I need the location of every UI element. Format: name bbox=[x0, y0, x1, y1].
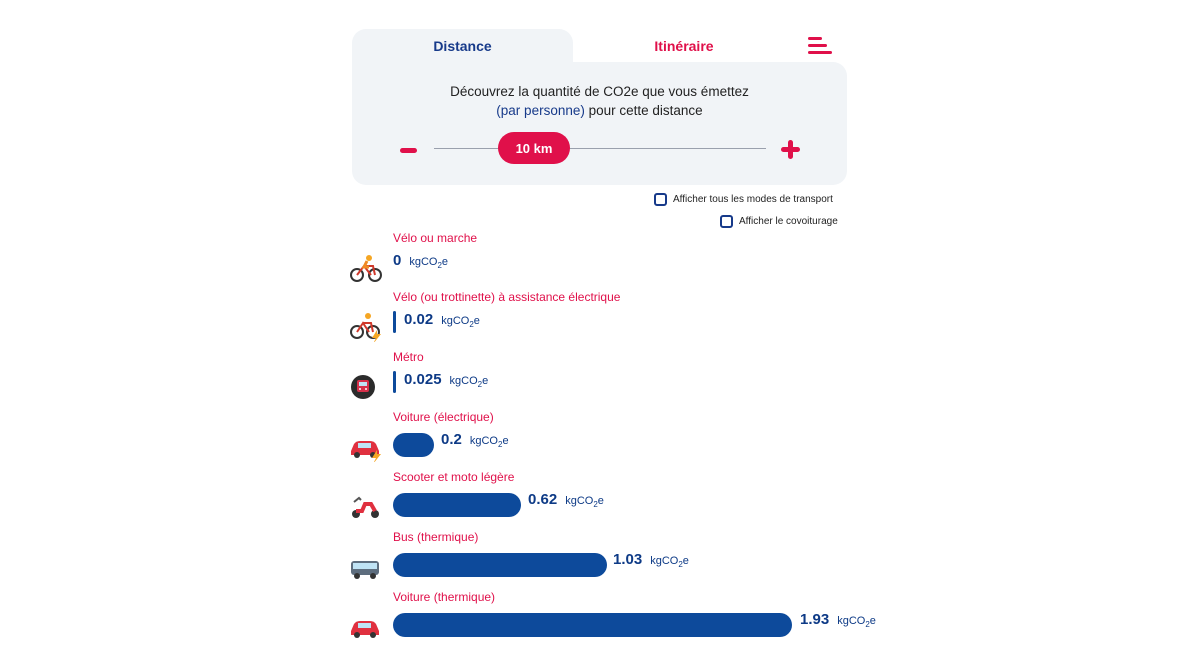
mode-label: Vélo (ou trottinette) à assistance élect… bbox=[393, 290, 621, 304]
sort-menu-icon[interactable] bbox=[808, 37, 832, 55]
panel-line-2-rest: pour cette distance bbox=[584, 103, 703, 118]
distance-slider-track[interactable] bbox=[434, 148, 766, 149]
list-item: Voiture (thermique) 1.93 kgCO2e bbox=[349, 590, 929, 640]
mode-label: Scooter et moto légère bbox=[393, 470, 515, 484]
car-icon bbox=[351, 621, 379, 638]
emission-number: 0.02 bbox=[404, 311, 434, 328]
emission-unit: kgCO2e bbox=[565, 495, 604, 510]
panel-description: Découvrez la quantité de CO2e que vous é… bbox=[352, 82, 847, 120]
metro-icon bbox=[351, 375, 375, 399]
emission-unit: kgCO2e bbox=[469, 435, 509, 450]
distance-slider-thumb[interactable]: 10 km bbox=[498, 132, 570, 164]
emission-value: 0.025 kgCO2e bbox=[404, 371, 488, 389]
emission-bar bbox=[393, 371, 396, 393]
panel-line-2: (par personne) pour cette distance bbox=[352, 101, 847, 120]
emission-bar bbox=[393, 553, 607, 577]
emission-value: 1.03 kgCO2e bbox=[613, 551, 689, 569]
emission-value: 0.2 kgCO2e bbox=[441, 431, 509, 449]
tab-distance[interactable]: Distance bbox=[352, 29, 573, 63]
emission-unit: kgCO2e bbox=[837, 615, 876, 630]
show-all-modes-checkbox[interactable] bbox=[654, 193, 667, 206]
emission-value: 0 kgCO2e bbox=[393, 252, 448, 270]
emission-number: 1.93 bbox=[800, 611, 830, 628]
mode-label: Voiture (thermique) bbox=[393, 590, 496, 604]
increase-distance-button[interactable] bbox=[780, 140, 800, 160]
emission-number: 0 bbox=[393, 252, 402, 269]
mode-label: Vélo ou marche bbox=[393, 231, 478, 245]
list-item: Bus (thermique) 1.03 kgCO2e bbox=[349, 530, 909, 580]
bus-icon bbox=[351, 561, 379, 579]
panel-line-1: Découvrez la quantité de CO2e que vous é… bbox=[450, 84, 749, 99]
emission-number: 1.03 bbox=[613, 551, 643, 568]
mode-label: Voiture (électrique) bbox=[393, 410, 494, 424]
show-carpool-option[interactable]: Afficher le covoiturage bbox=[720, 215, 838, 228]
emission-bar bbox=[393, 311, 396, 333]
emission-bar bbox=[393, 613, 792, 637]
emission-value: 1.93 kgCO2e bbox=[800, 611, 876, 629]
list-item: Métro 0.025 kgCO2e bbox=[349, 350, 909, 400]
list-item: Vélo ou marche 0 kgCO2e bbox=[349, 231, 909, 282]
show-all-modes-option[interactable]: Afficher tous les modes de transport bbox=[654, 193, 833, 206]
list-item: Vélo (ou trottinette) à assistance élect… bbox=[349, 290, 909, 342]
electric-bike-icon bbox=[350, 313, 381, 342]
list-item: Voiture (électrique) 0.2 kgCO2e bbox=[349, 410, 909, 462]
emission-number: 0.62 bbox=[528, 491, 558, 508]
mode-label: Bus (thermique) bbox=[393, 530, 479, 544]
per-person-link[interactable]: (par personne) bbox=[496, 103, 585, 118]
distance-panel: Découvrez la quantité de CO2e que vous é… bbox=[352, 62, 847, 185]
emission-number: 0.2 bbox=[441, 431, 462, 448]
emission-unit: kgCO2e bbox=[449, 375, 489, 390]
electric-car-icon bbox=[351, 441, 381, 462]
emission-value: 0.62 kgCO2e bbox=[528, 491, 604, 509]
show-carpool-checkbox[interactable] bbox=[720, 215, 733, 228]
mode-label: Métro bbox=[393, 350, 424, 364]
show-all-modes-label: Afficher tous les modes de transport bbox=[673, 194, 833, 205]
emission-value: 0.02 kgCO2e bbox=[404, 311, 480, 329]
emission-bar bbox=[393, 433, 434, 457]
emission-number: 0.025 bbox=[404, 371, 442, 388]
mode-tabs: Distance Itinéraire bbox=[352, 29, 847, 63]
emission-unit: kgCO2e bbox=[409, 256, 449, 271]
decrease-distance-button[interactable] bbox=[398, 140, 418, 160]
emission-bar bbox=[393, 493, 521, 517]
tab-itineraire[interactable]: Itinéraire bbox=[573, 29, 795, 63]
show-carpool-label: Afficher le covoiturage bbox=[739, 216, 838, 227]
emission-unit: kgCO2e bbox=[441, 315, 480, 330]
emission-unit: kgCO2e bbox=[650, 555, 689, 570]
scooter-icon bbox=[352, 496, 379, 518]
bicycle-icon bbox=[350, 255, 382, 282]
list-item: Scooter et moto légère 0.62 kgCO2e bbox=[349, 470, 909, 520]
